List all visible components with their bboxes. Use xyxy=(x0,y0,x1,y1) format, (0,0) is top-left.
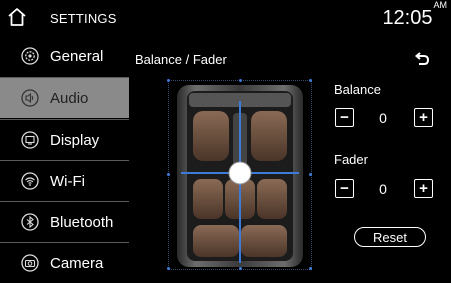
section-title: Balance / Fader xyxy=(135,52,227,67)
fader-minus-button[interactable]: − xyxy=(335,179,354,198)
sidebar-item-bluetooth[interactable]: Bluetooth xyxy=(0,202,129,242)
sidebar-item-label: Audio xyxy=(50,89,89,107)
sidebar-item-audio[interactable]: Audio xyxy=(0,78,129,118)
sidebar-item-label: Bluetooth xyxy=(50,213,114,231)
fader-label: Fader xyxy=(334,152,368,167)
reset-button[interactable]: Reset xyxy=(354,227,426,247)
car-interior-image xyxy=(177,85,303,267)
balance-fader-map[interactable] xyxy=(167,79,312,270)
balance-plus-button[interactable]: + xyxy=(414,108,433,127)
fader-plus-button[interactable]: + xyxy=(414,179,433,198)
sidebar-item-label: Wi-Fi xyxy=(50,172,85,190)
sidebar-item-label: Display xyxy=(50,131,100,149)
balance-fader-panel: Balance / Fader Balance − 0 + Fader − 0 … xyxy=(129,36,451,274)
clock-ampm: AM xyxy=(433,0,448,11)
top-bar: SETTINGS 12:05AM xyxy=(0,0,451,36)
home-icon[interactable] xyxy=(7,7,27,27)
balance-value: 0 xyxy=(379,110,387,126)
clock: 12:05AM xyxy=(382,0,447,30)
sidebar-item-wifi[interactable]: Wi-Fi xyxy=(0,161,129,201)
sidebar-item-display[interactable]: Display xyxy=(0,120,129,160)
bluetooth-icon xyxy=(21,213,39,231)
balance-label: Balance xyxy=(334,82,381,97)
sidebar-item-camera[interactable]: Camera xyxy=(0,243,129,283)
wifi-icon xyxy=(21,172,39,190)
fader-value: 0 xyxy=(379,181,387,197)
sidebar-item-label: General xyxy=(50,47,104,65)
speaker-icon xyxy=(21,89,39,107)
balance-minus-button[interactable]: − xyxy=(335,108,354,127)
display-icon xyxy=(21,131,39,149)
back-icon[interactable] xyxy=(413,52,431,68)
page-title: SETTINGS xyxy=(50,11,117,26)
sidebar: General Audio Display Wi-Fi Bluetooth Ca… xyxy=(0,36,129,274)
clock-time: 12:05 xyxy=(382,7,433,29)
sidebar-item-label: Camera xyxy=(50,254,104,272)
gear-icon xyxy=(21,47,39,65)
camera-icon xyxy=(21,254,39,272)
sidebar-item-general[interactable]: General xyxy=(0,36,129,76)
